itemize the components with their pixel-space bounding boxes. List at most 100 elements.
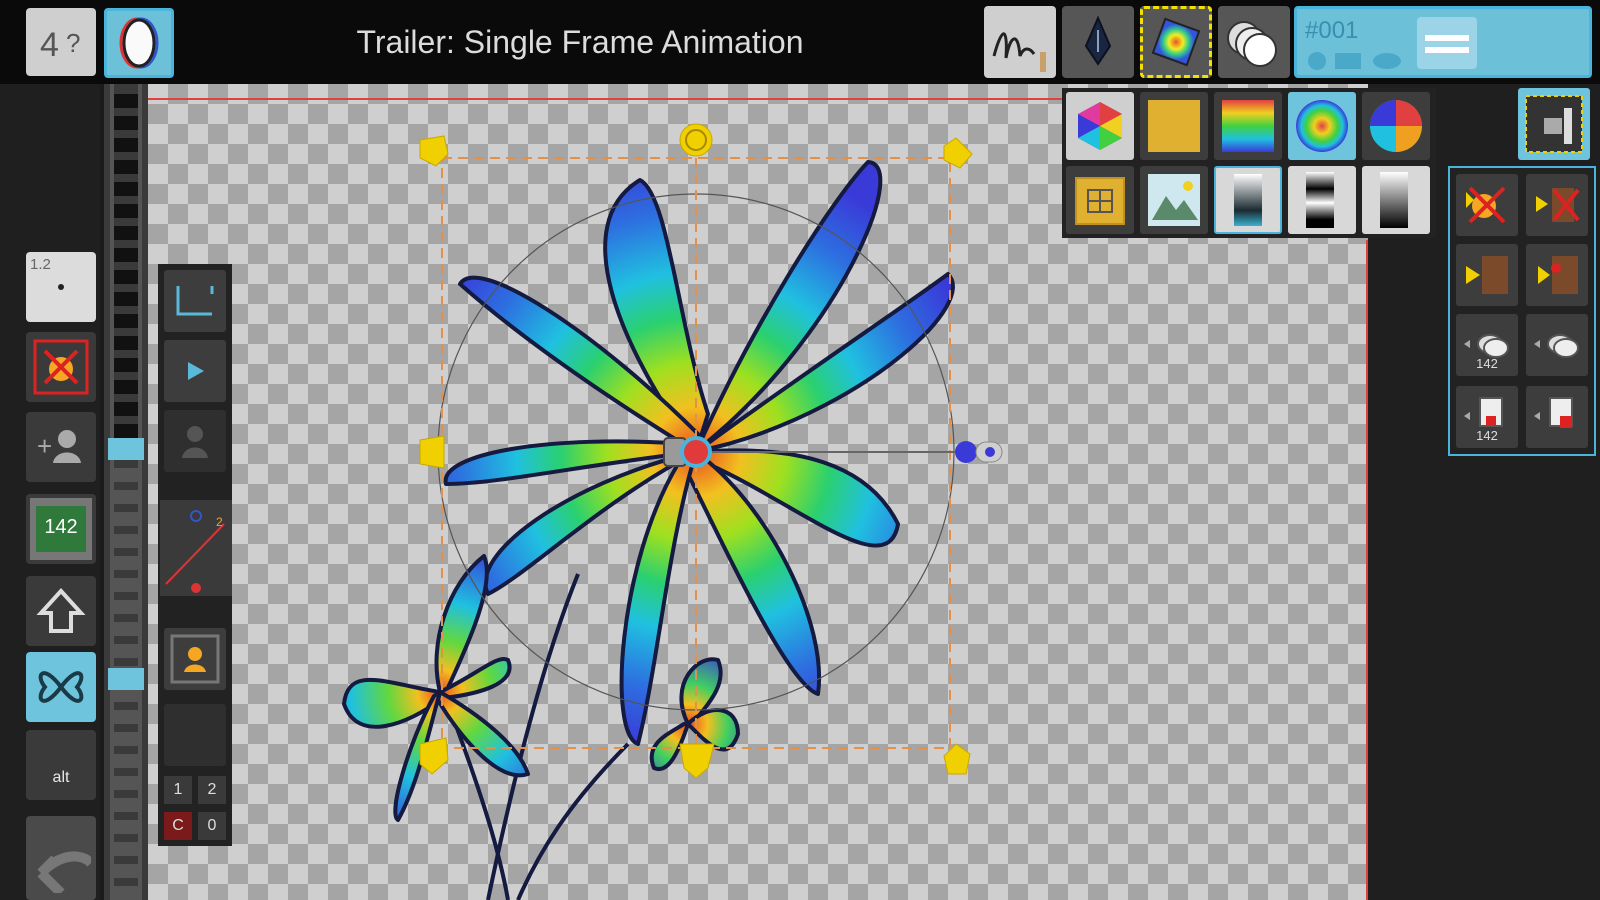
film-rung [114,534,138,548]
film-rung [114,270,138,284]
solid-swatch-icon [1148,100,1200,152]
frame-character-button[interactable] [164,628,226,690]
film-rung [114,600,138,614]
add-character-button[interactable]: + [26,412,96,482]
copy-frame-single-button[interactable] [1526,386,1588,448]
delete-next-button[interactable] [1526,174,1588,236]
character-key-button[interactable] [164,410,226,472]
film-rung [114,512,138,526]
onion-skin-button[interactable] [104,8,174,78]
film-rung [114,688,138,702]
band-gradient-icon [1306,172,1334,228]
play-button[interactable] [164,340,226,402]
bracket-icon [176,286,214,316]
film-rung [114,644,138,658]
zero-key-button[interactable]: 0 [198,812,226,840]
color-hexagon-icon [1078,102,1122,150]
copy-frame-single-icon [1534,397,1573,428]
film-rung [114,798,138,812]
layers-icon [1227,21,1277,67]
copy-layers-button[interactable]: 142 [1456,314,1518,376]
film-rung [114,468,138,482]
film-rung [114,886,138,900]
radial-gradient-icon [1296,100,1348,152]
delete-after-icon [1536,188,1580,222]
film-rung [114,292,138,306]
film-rung [114,578,138,592]
hamburger-icon [1425,35,1469,53]
insert-frame-icon [1466,256,1508,294]
svg-text:4: 4 [40,26,59,64]
insert-frame-button[interactable] [1456,244,1518,306]
undo-button[interactable] [26,816,96,900]
film-ladder [108,84,144,900]
window-title: Trailer: Single Frame Animation [356,24,804,60]
frame-counter-button[interactable]: 142 [26,494,96,564]
layer-number: #001 [1305,17,1359,44]
transform-mode-button[interactable] [26,652,96,722]
marquee-icon [1525,95,1583,153]
zoom-indicator[interactable]: 1.2 [26,252,96,322]
selection-mode-button[interactable] [1518,88,1590,160]
copy-layer-button[interactable] [1526,314,1588,376]
clear-key-button[interactable]: C [164,812,192,840]
alt-modifier-button[interactable]: alt [26,730,96,800]
film-rung [114,402,138,416]
image-fill-button[interactable] [1140,166,1208,234]
color-picker-button[interactable] [1066,92,1134,160]
linear-gradient-button[interactable] [1214,92,1282,160]
empty-slot[interactable] [164,704,226,766]
texture-fill-button[interactable] [1066,166,1134,234]
pen-tool-button[interactable] [1062,6,1134,78]
copy-frame-button[interactable]: 142 [1456,386,1518,448]
key-2[interactable]: 2 [198,776,226,804]
loop-range-button[interactable] [164,270,226,332]
add-person-icon: + [37,430,81,463]
layer-count-a: 142 [1476,356,1498,371]
film-rung [114,182,138,196]
alt-label: alt [52,769,70,786]
zoom-value: 1.2 [30,256,51,273]
shade-gradient-icon [1380,172,1408,228]
band-fill-button[interactable] [1288,166,1356,234]
fade-fill-button[interactable] [1214,166,1282,234]
angular-gradient-button[interactable] [1362,92,1430,160]
pen-nib-icon [1084,15,1112,66]
onion-skin-icon [119,17,159,69]
dot-icon [58,284,64,290]
person-icon [182,426,208,458]
film-rung [114,556,138,570]
play-icon [188,362,204,380]
layer-menu-button[interactable] [1417,17,1477,69]
insert-after-icon [1538,256,1578,294]
easing-curve[interactable]: 2 [160,500,232,596]
layers-tool-button[interactable] [1218,6,1290,78]
svg-text:?: ? [66,28,80,58]
film-rung [114,226,138,240]
frame-count-b: 142 [1476,428,1498,443]
film-rung [114,490,138,504]
film-rung [114,622,138,636]
brush-tool-button[interactable] [984,6,1056,78]
insert-frame-after-button[interactable] [1526,244,1588,306]
shade-fill-button[interactable] [1362,166,1430,234]
copy-layer-icon [1534,334,1579,358]
film-rung [114,842,138,856]
film-rung [114,94,138,108]
move-up-button[interactable] [26,576,96,646]
film-rung [114,864,138,878]
solid-fill-button[interactable] [1140,92,1208,160]
film-rung [114,358,138,372]
clear-frame-button[interactable] [26,332,96,402]
film-rung [114,754,138,768]
film-rung [114,160,138,174]
gradient-fill-tool-button[interactable] [1140,6,1212,78]
key-1[interactable]: 1 [164,776,192,804]
fade-gradient-icon [1234,174,1262,226]
svg-text:+: + [37,431,52,461]
radial-gradient-button[interactable] [1288,92,1356,160]
layer-selector[interactable]: #001 [1294,6,1592,78]
curve-icon: 2 [165,510,225,593]
delete-frame-button[interactable] [1456,174,1518,236]
help-button[interactable]: 4 ? [26,8,96,76]
